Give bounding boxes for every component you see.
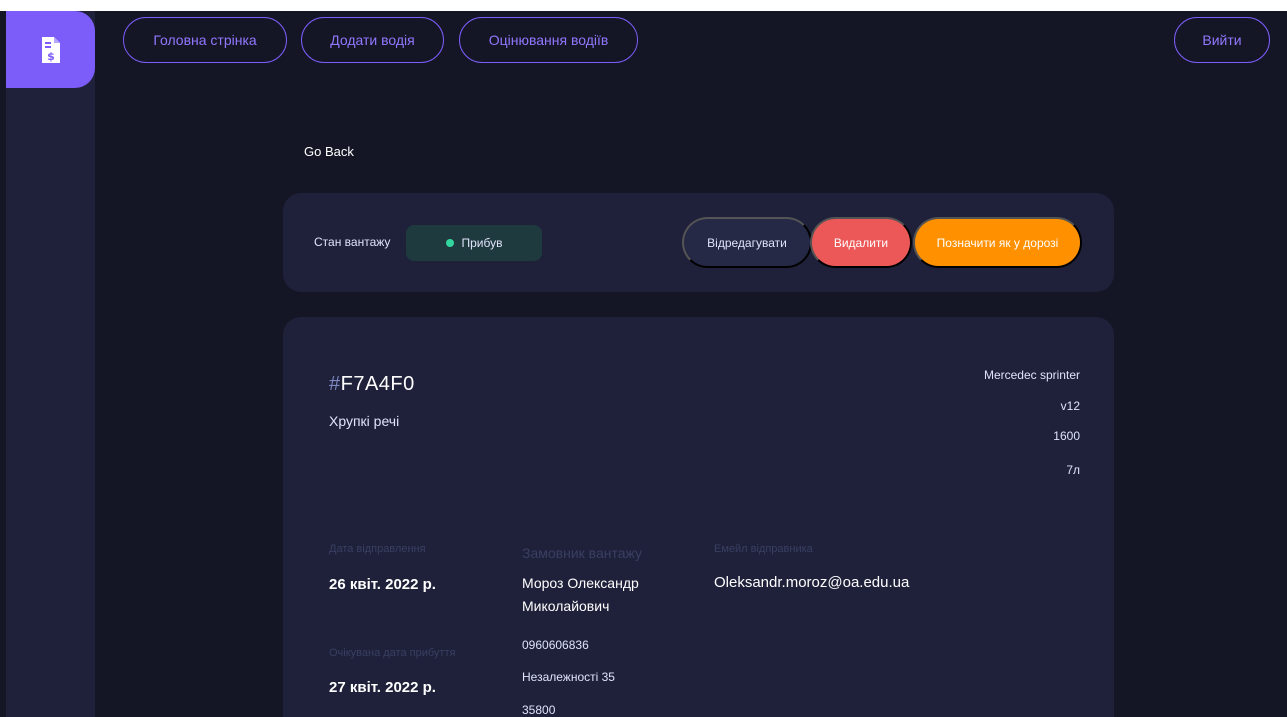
customer-name: Мороз Олександр Миколайович xyxy=(522,575,639,614)
vehicle-engine: v12 xyxy=(1060,399,1080,413)
vehicle-volume: 7л xyxy=(1066,463,1080,477)
delete-button[interactable]: Видалити xyxy=(810,217,912,268)
logout-button[interactable]: Вийти xyxy=(1174,17,1270,63)
cargo-id: #F7A4F0 xyxy=(329,373,415,396)
edit-button[interactable]: Відредагувати xyxy=(682,217,812,268)
vehicle-model: Mercedec sprinter xyxy=(983,368,1080,382)
customer-street: Незалежності 35 xyxy=(522,670,615,684)
app-page: $ Головна стрінка Додати водія Оцінюванн… xyxy=(0,0,1287,717)
invoice-icon: $ xyxy=(41,36,60,63)
go-back-link[interactable]: Go Back xyxy=(304,144,354,159)
arrival-date-label: Очікувана дата прибуття xyxy=(329,647,456,659)
status-card: Стан вантажу Прибув Відредагувати Видали… xyxy=(283,193,1114,292)
svg-text:$: $ xyxy=(47,50,55,63)
cargo-id-value: F7A4F0 xyxy=(340,373,415,395)
customer-phone: 0960606836 xyxy=(522,638,589,652)
status-badge: Прибув xyxy=(406,225,542,261)
arrival-date-value: 27 квіт. 2022 р. xyxy=(329,679,436,696)
top-strip xyxy=(0,0,1287,11)
nav-home-button[interactable]: Головна стрінка xyxy=(123,17,287,63)
vehicle-weight: 1600 xyxy=(1053,429,1080,443)
nav-add-driver-button[interactable]: Додати водія xyxy=(301,17,444,63)
sent-date-label: Дата відправлення xyxy=(329,543,426,555)
sender-email-value: Oleksandr.moroz@oa.edu.ua xyxy=(714,574,910,591)
customer-zip: 35800 xyxy=(522,703,556,717)
customer-label: Замовник вантажу xyxy=(522,545,643,561)
cargo-id-hash: # xyxy=(329,373,341,395)
status-label: Стан вантажу xyxy=(314,235,391,249)
mark-in-transit-button[interactable]: Позначити як у дорозі xyxy=(913,217,1082,268)
cargo-detail-card: #F7A4F0 Хрупкі речі Mercedec sprinter v1… xyxy=(283,317,1114,717)
sender-email-label: Емейл відправника xyxy=(714,543,813,555)
status-value: Прибув xyxy=(461,236,503,250)
sent-date-value: 26 квіт. 2022 р. xyxy=(329,576,436,593)
sidebar: $ xyxy=(6,11,95,717)
nav-rate-drivers-button[interactable]: Оцінювання водіїв xyxy=(459,17,638,63)
status-dot-icon xyxy=(445,239,454,247)
cargo-description: Хрупкі речі xyxy=(329,413,400,429)
app-logo[interactable]: $ xyxy=(6,11,95,88)
